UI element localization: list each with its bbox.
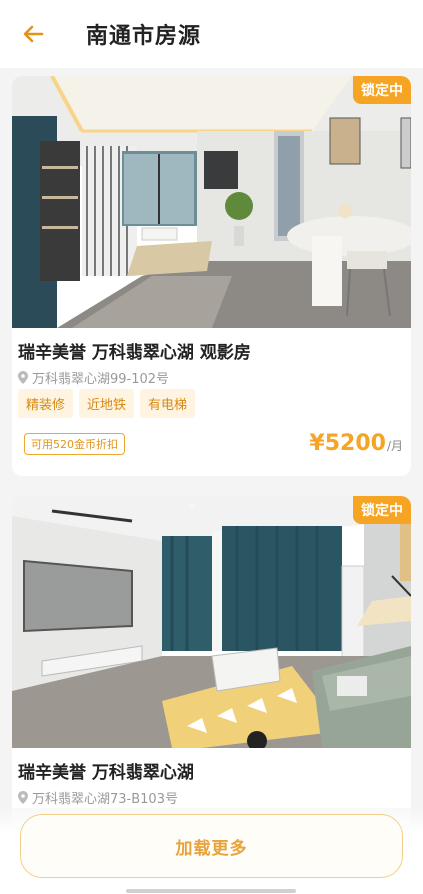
listing-name: 瑞辛美誉 万科翡翠心湖 (18, 763, 194, 783)
tag: 精装修 (18, 389, 74, 418)
top-bar: 南通市房源 (0, 0, 423, 68)
address-text: 万科翡翠心湖99-102号 (32, 372, 170, 387)
page-title: 南通市房源 (86, 24, 202, 49)
monthly-price: ¥5200 /月 (309, 431, 403, 456)
feature-tags: 精装修 近地铁 有电梯 (18, 389, 196, 418)
locked-badge: 锁定中 (353, 76, 411, 104)
locked-badge: 锁定中 (353, 496, 411, 524)
listing-photo[interactable]: 锁定中 (12, 76, 411, 328)
location-pin-icon (18, 371, 28, 384)
price-unit: /月 (386, 439, 403, 453)
load-more-button[interactable]: 加载更多 (20, 814, 403, 878)
listing-card[interactable]: 锁定中 瑞辛美誉 万科翡翠心湖 观影房 万科翡翠心湖99-102号 精装修 近地… (12, 76, 411, 476)
tag: 近地铁 (79, 389, 135, 418)
listing-address: 万科翡翠心湖73-B103号 (18, 788, 178, 807)
load-more-area: 加载更多 (0, 808, 423, 894)
listing-photo[interactable]: 锁定中 (12, 496, 411, 748)
address-text: 万科翡翠心湖73-B103号 (32, 792, 178, 807)
listing-address: 万科翡翠心湖99-102号 (18, 368, 169, 387)
price-amount: ¥5200 (309, 431, 386, 456)
listing-card[interactable]: 锁定中 瑞辛美誉 万科翡翠心湖 万科翡翠心湖73-B103号 (12, 496, 411, 826)
tag: 有电梯 (140, 389, 196, 418)
location-pin-icon (18, 791, 28, 804)
arrow-left-icon[interactable] (20, 20, 48, 48)
coin-discount-badge: 可用520金币折扣 (24, 433, 125, 455)
home-indicator[interactable] (126, 889, 296, 893)
listing-name: 瑞辛美誉 万科翡翠心湖 观影房 (18, 343, 251, 363)
